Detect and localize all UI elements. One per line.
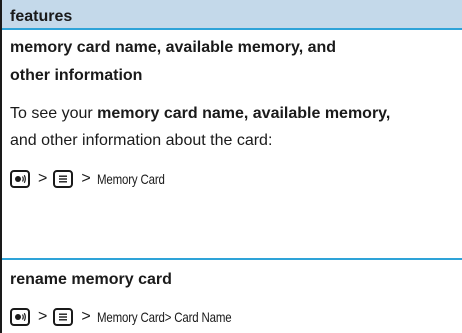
- menu-key-icon: [53, 308, 74, 326]
- section-title: rename memory card: [10, 271, 172, 288]
- section-title: memory card name, available memory, and …: [10, 39, 337, 84]
- path-separator: >: [38, 308, 48, 325]
- menu-key-icon: [53, 170, 74, 188]
- menu-path: > > Memory Card: [2, 164, 462, 194]
- path-separator: >: [81, 308, 91, 325]
- path-separator: >: [81, 170, 91, 187]
- header-title: features: [10, 8, 73, 25]
- center-select-key-icon: [10, 308, 30, 326]
- section-description: To see your memory card name, available …: [2, 90, 416, 154]
- description-suffix: and other information about the card:: [10, 132, 273, 149]
- description-prefix: To see your: [10, 105, 98, 122]
- feature-table: features memory card name, available mem…: [0, 0, 462, 333]
- menu-path: > > Memory Card> Card Name: [2, 302, 462, 332]
- center-select-key-icon: [10, 170, 30, 188]
- path-label: Memory Card> Card Name: [96, 309, 232, 325]
- section-memory-card-info: memory card name, available memory, and …: [2, 30, 462, 258]
- section-rename-memory-card: rename memory card > > Memory Card> Card…: [2, 260, 462, 332]
- path-separator: >: [38, 170, 48, 187]
- path-label: Memory Card: [96, 171, 165, 187]
- table-header: features: [2, 0, 462, 30]
- description-bold: memory card name, available memory,: [97, 105, 391, 122]
